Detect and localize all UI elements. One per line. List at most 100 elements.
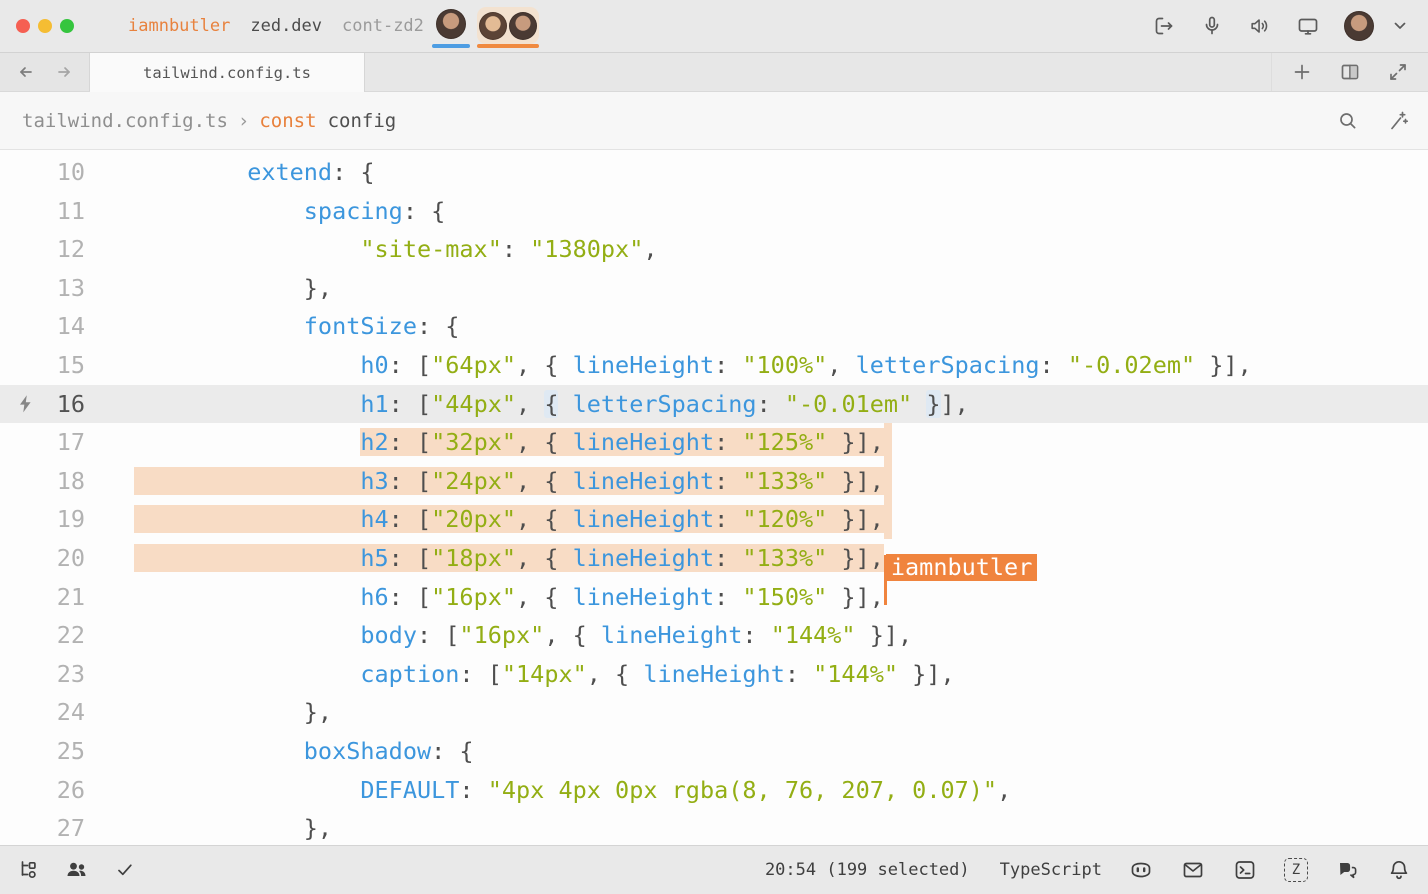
code-line[interactable]: 10 extend: { [0,153,1428,192]
cursor-position[interactable]: 20:54 (199 selected) [765,860,970,880]
tab-actions [1271,53,1428,91]
collaborators-icon[interactable] [64,857,90,883]
tab-tailwind-config[interactable]: tailwind.config.ts [90,53,365,92]
line-number[interactable]: 15 [0,346,85,385]
editor-toolbar-actions [1336,109,1410,133]
split-pane-icon[interactable] [1338,60,1362,84]
language-selector[interactable]: TypeScript [1000,860,1102,880]
breadcrumb[interactable]: tailwind.config.ts › const config [0,92,1428,150]
chat-icon[interactable] [1334,857,1360,883]
leave-call-icon[interactable] [1152,14,1176,38]
back-icon[interactable] [14,60,38,84]
title-texts: iamnbutler zed.dev cont-zd2 [128,0,424,52]
line-number[interactable]: 25 [0,732,85,771]
code-text[interactable]: }, [85,269,1428,308]
minimize-window-button[interactable] [38,19,52,33]
screen-share-icon[interactable] [1296,14,1320,38]
code-text[interactable]: DEFAULT: "4px 4px 0px rgba(8, 76, 207, 0… [85,771,1428,810]
code-editor[interactable]: 10 extend: {11 spacing: {12 "site-max": … [0,150,1428,845]
code-text[interactable]: h1: ["44px", { letterSpacing: "-0.01em" … [85,385,1428,424]
code-text[interactable]: }, [85,693,1428,732]
line-number[interactable]: 24 [0,693,85,732]
magic-wand-icon[interactable] [1386,109,1410,133]
code-text[interactable]: body: ["16px", { lineHeight: "144%" }], [85,616,1428,655]
code-text[interactable]: h5: ["18px", { lineHeight: "133%" }],iam… [85,539,1428,578]
status-left-tools [16,857,138,883]
line-number[interactable]: 16 [0,385,85,424]
code-line[interactable]: 23 caption: ["14px", { lineHeight: "144%… [0,655,1428,694]
avatar [479,12,507,40]
line-number[interactable]: 17 [0,423,85,462]
code-text[interactable]: h0: ["64px", { lineHeight: "100%", lette… [85,346,1428,385]
line-number[interactable]: 26 [0,771,85,810]
code-line[interactable]: 16 h1: ["44px", { letterSpacing: "-0.01e… [0,385,1428,424]
user-avatar[interactable] [1344,11,1374,41]
code-line[interactable]: 24 }, [0,693,1428,732]
project-panel-icon[interactable] [16,857,42,883]
code-line[interactable]: 12 "site-max": "1380px", [0,230,1428,269]
line-number[interactable]: 18 [0,462,85,501]
code-line[interactable]: 14 fontSize: { [0,307,1428,346]
line-number[interactable]: 22 [0,616,85,655]
speaker-icon[interactable] [1248,14,1272,38]
line-number[interactable]: 20 [0,539,85,578]
branch-name-button[interactable]: cont-zd2 [342,16,424,36]
search-icon[interactable] [1336,109,1360,133]
expand-icon[interactable] [1386,60,1410,84]
bell-icon[interactable] [1386,857,1412,883]
zed-assistant-letter: Z [1292,862,1300,878]
host-user-button[interactable]: iamnbutler [128,16,230,36]
line-number[interactable]: 10 [0,153,85,192]
code-text[interactable]: "site-max": "1380px", [85,230,1428,269]
line-number[interactable]: 12 [0,230,85,269]
breadcrumb-symbol[interactable]: config [328,110,397,132]
code-text[interactable]: spacing: { [85,192,1428,231]
code-line[interactable]: 11 spacing: { [0,192,1428,231]
code-line[interactable]: 27 }, [0,809,1428,845]
copilot-icon[interactable] [1128,857,1154,883]
code-text[interactable]: h2: ["32px", { lineHeight: "125%" }], [85,423,1428,462]
code-text[interactable]: extend: { [85,153,1428,192]
line-number[interactable]: 27 [0,809,85,845]
zoom-window-button[interactable] [60,19,74,33]
code-text[interactable]: caption: ["14px", { lineHeight: "144%" }… [85,655,1428,694]
code-line[interactable]: 17 h2: ["32px", { lineHeight: "125%" }], [0,423,1428,462]
code-line[interactable]: 20 h5: ["18px", { lineHeight: "133%" }],… [0,539,1428,578]
close-window-button[interactable] [16,19,30,33]
code-line[interactable]: 18 h3: ["24px", { lineHeight: "133%" }], [0,462,1428,501]
line-number[interactable]: 14 [0,307,85,346]
new-tab-icon[interactable] [1290,60,1314,84]
code-line[interactable]: 13 }, [0,269,1428,308]
code-line[interactable]: 26 DEFAULT: "4px 4px 0px rgba(8, 76, 207… [0,771,1428,810]
title-bar: iamnbutler zed.dev cont-zd2 [0,0,1428,53]
project-name-button[interactable]: zed.dev [250,16,322,36]
forward-icon[interactable] [52,60,76,84]
code-line[interactable]: 21 h6: ["16px", { lineHeight: "150%" }], [0,578,1428,617]
code-line[interactable]: 15 h0: ["64px", { lineHeight: "100%", le… [0,346,1428,385]
code-text[interactable]: fontSize: { [85,307,1428,346]
feedback-mail-icon[interactable] [1180,857,1206,883]
code-text[interactable]: }, [85,809,1428,845]
zed-assistant-icon[interactable]: Z [1284,858,1308,882]
zed-window: iamnbutler zed.dev cont-zd2 [0,0,1428,894]
diagnostics-check-icon[interactable] [112,857,138,883]
line-number[interactable]: 11 [0,192,85,231]
terminal-icon[interactable] [1232,857,1258,883]
microphone-icon[interactable] [1200,14,1224,38]
code-text[interactable]: boxShadow: { [85,732,1428,771]
code-text[interactable]: h4: ["20px", { lineHeight: "120%" }], [85,500,1428,539]
line-number[interactable]: 21 [0,578,85,617]
call-controls [1152,0,1412,52]
code-line[interactable]: 22 body: ["16px", { lineHeight: "144%" }… [0,616,1428,655]
collaborator-avatar[interactable] [436,9,466,39]
breadcrumb-file[interactable]: tailwind.config.ts [22,110,228,132]
line-number[interactable]: 13 [0,269,85,308]
line-number[interactable]: 23 [0,655,85,694]
line-number[interactable]: 19 [0,500,85,539]
code-line[interactable]: 19 h4: ["20px", { lineHeight: "120%" }], [0,500,1428,539]
code-text[interactable]: h3: ["24px", { lineHeight: "133%" }], [85,462,1428,501]
code-line[interactable]: 25 boxShadow: { [0,732,1428,771]
following-avatar-group[interactable] [477,7,539,44]
chevron-down-icon[interactable] [1388,14,1412,38]
code-text[interactable]: h6: ["16px", { lineHeight: "150%" }], [85,578,1428,617]
